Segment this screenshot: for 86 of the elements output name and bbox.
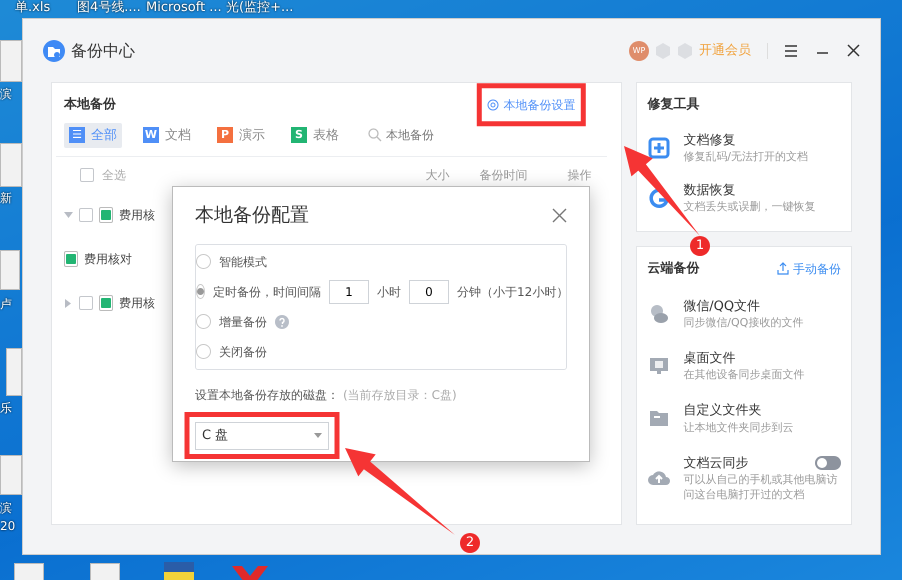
file-type-icon: W	[143, 127, 159, 144]
file-name: 费用核	[119, 207, 155, 224]
column-header: 备份时间	[479, 167, 528, 184]
expand-caret-icon[interactable]	[64, 298, 73, 308]
spreadsheet-file-icon	[99, 295, 113, 311]
menu-icon[interactable]	[784, 44, 798, 58]
desktop-icon[interactable]	[0, 40, 22, 82]
minutes-input[interactable]: 0	[409, 280, 449, 304]
option-label: 智能模式	[219, 254, 267, 270]
file-type-icon: P	[217, 127, 233, 144]
filter-tab[interactable]: S 表格	[286, 122, 344, 148]
item-description: 在其他设备同步桌面文件	[683, 368, 806, 384]
dialog-title: 本地备份配置	[195, 203, 309, 228]
desktop-icon[interactable]	[0, 143, 22, 187]
caret-icon	[314, 433, 322, 438]
file-type-icon: ☰	[69, 127, 85, 144]
disk-dropdown[interactable]: C 盘	[195, 422, 329, 450]
desktop-file-icon[interactable]	[90, 563, 120, 580]
current-directory-note: (当前存放目录：C盘)	[343, 386, 457, 404]
section-title: 修复工具	[647, 96, 700, 114]
vip-link[interactable]: 开通会员	[699, 40, 751, 60]
filter-tab[interactable]: W 文档	[138, 122, 196, 148]
item-description: 修复乱码/无法打开的文档	[683, 150, 809, 165]
desktop-icon-label[interactable]: 乐	[0, 400, 12, 416]
file-type-icon: S	[291, 127, 307, 144]
checkbox[interactable]	[79, 296, 93, 310]
spreadsheet-file-icon	[64, 251, 78, 267]
column-header: 大小	[425, 167, 450, 184]
field-label: 设置本地备份存放的磁盘：	[195, 386, 339, 404]
item-title: 桌面文件	[683, 350, 736, 368]
select-all-label: 全选	[102, 167, 126, 184]
file-name: 费用核	[119, 295, 155, 312]
item-description: 让本地文件夹同步到云	[683, 420, 794, 436]
desktop-icon-label[interactable]: Microsoft ...	[146, 0, 222, 18]
desktop-icon[interactable]	[0, 455, 22, 495]
gear-icon	[487, 98, 500, 111]
search-icon	[368, 128, 382, 142]
item-title: 数据恢复	[683, 182, 736, 200]
column-header: 操作	[567, 167, 592, 184]
desktop-icon-label[interactable]: 光(监控+...	[226, 0, 294, 18]
item-description: 文档丢失或误删，一键恢复	[683, 200, 816, 216]
item-title: 微信/QQ文件	[683, 298, 760, 316]
close-icon[interactable]	[847, 44, 860, 57]
radio-button[interactable]	[196, 254, 211, 269]
option-label: 关闭备份	[219, 344, 267, 360]
desktop-icon-label[interactable]: 卢	[0, 296, 12, 312]
spreadsheet-file-icon	[99, 207, 113, 223]
desktop-file-icon[interactable]	[14, 563, 44, 580]
item-title: 文档修复	[683, 132, 736, 150]
window-title: 备份中心	[71, 40, 135, 62]
desktop-icon-label[interactable]: 滨	[0, 86, 12, 102]
item-title: 文档云同步	[683, 454, 748, 473]
upload-icon	[777, 262, 789, 276]
file-name: 费用核对	[84, 251, 132, 268]
help-icon	[275, 314, 289, 328]
settings-link[interactable]: 本地备份设置	[487, 96, 576, 114]
section-title: 云端备份	[647, 260, 700, 278]
filter-tab[interactable]: ☰ 全部	[64, 122, 122, 148]
checkbox[interactable]	[80, 168, 94, 182]
checkbox[interactable]	[79, 208, 93, 222]
section-title: 本地备份	[64, 96, 116, 114]
desktop-icon-label[interactable]: 图4号线....	[77, 0, 141, 18]
app-logo-icon	[43, 40, 65, 62]
document-repair-icon	[647, 136, 672, 160]
desktop-icon[interactable]	[0, 250, 20, 290]
unit-label: 分钟（小于12小时）	[457, 284, 568, 300]
filter-tab[interactable]: P 演示	[212, 122, 270, 148]
item-description: 可以从自己的手机或其他电脑访问这台电脑打开过的文档	[683, 473, 838, 503]
radio-button[interactable]	[196, 344, 211, 359]
desktop-icon-label[interactable]: 20	[0, 518, 16, 534]
option-label: 定时备份，时间间隔	[213, 284, 321, 300]
item-title: 自定义文件夹	[683, 402, 762, 420]
expand-caret-icon[interactable]	[64, 210, 73, 220]
hours-input[interactable]: 1	[329, 280, 369, 304]
manual-backup-link[interactable]: 手动备份	[777, 260, 841, 278]
unit-label: 小时	[377, 284, 401, 300]
avatar[interactable]: WP	[629, 40, 649, 60]
desktop-icon-label[interactable]: 单.xls	[15, 0, 50, 18]
desktop-icon[interactable]	[6, 348, 22, 396]
desktop-icon-label[interactable]: 新	[0, 190, 12, 206]
toggle-switch[interactable]	[815, 456, 841, 470]
radio-button[interactable]	[196, 284, 205, 299]
radio-button[interactable]	[196, 314, 211, 329]
option-label: 增量备份	[219, 314, 267, 330]
item-description: 同步微信/QQ接收的文件	[683, 316, 804, 331]
desktop-icon-label[interactable]: 滨	[0, 500, 12, 516]
